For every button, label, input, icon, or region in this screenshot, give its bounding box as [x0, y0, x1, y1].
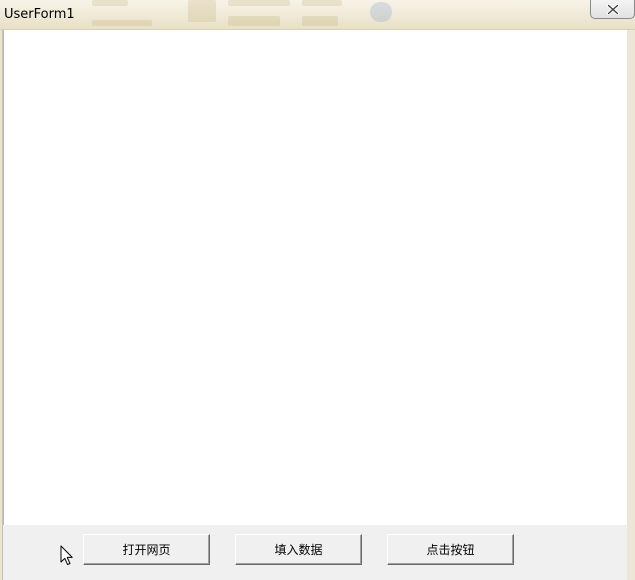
userform-window: UserForm1 打开网页 填入数据 点击按钮	[0, 0, 635, 580]
content-area	[3, 30, 627, 525]
close-icon	[606, 3, 619, 15]
mouse-cursor-icon	[60, 545, 73, 566]
click-button-button[interactable]: 点击按钮	[387, 534, 514, 565]
window-title: UserForm1	[4, 7, 75, 22]
background-ghost-icon	[370, 2, 392, 22]
title-bar[interactable]: UserForm1	[0, 0, 635, 30]
close-button[interactable]	[590, 0, 635, 19]
window-right-border	[627, 30, 635, 580]
background-ghost-icon	[228, 0, 290, 6]
background-ghost-icon	[228, 16, 280, 26]
fill-data-button[interactable]: 填入数据	[235, 534, 362, 565]
background-ghost-icon	[188, 0, 216, 22]
background-ghost-icon	[302, 16, 338, 26]
open-webpage-button[interactable]: 打开网页	[83, 534, 210, 565]
background-ghost-icon	[302, 0, 342, 6]
background-ghost-icon	[92, 0, 128, 6]
button-bar: 打开网页 填入数据 点击按钮	[3, 525, 627, 580]
background-ghost-icon	[92, 20, 152, 26]
